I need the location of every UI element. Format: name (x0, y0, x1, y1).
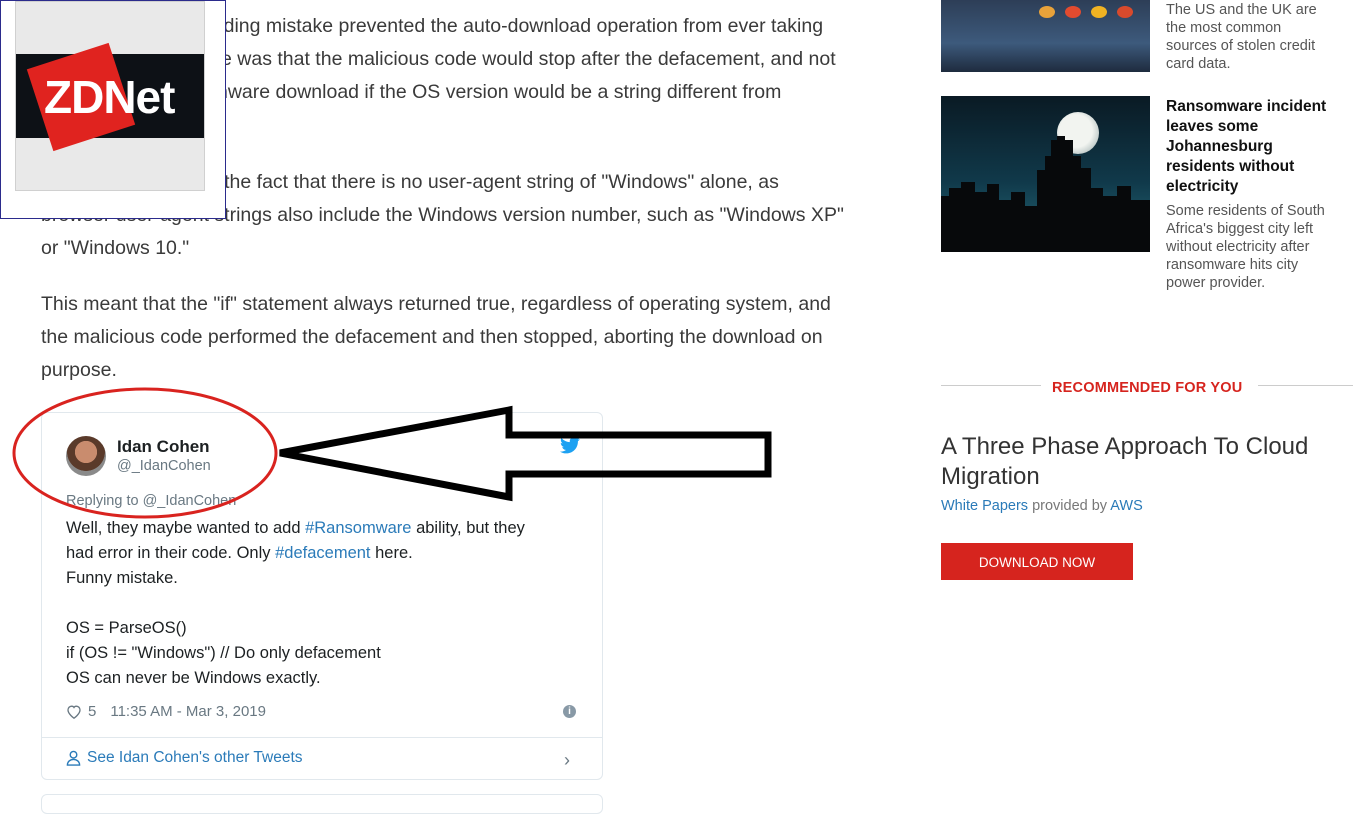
text-line: Some residents of South (1166, 203, 1325, 219)
story-title-line[interactable]: Ransomware incident (1166, 97, 1351, 117)
text-line: purpose. (41, 359, 117, 381)
tweet-author-name[interactable]: Idan Cohen (117, 437, 210, 457)
card-logo (1039, 6, 1055, 18)
see-other-tweets-link[interactable]: See Idan Cohen's other Tweets (66, 749, 303, 767)
tweet-text-fragment: here. (370, 544, 413, 562)
tweet-line: Funny mistake. (66, 569, 178, 587)
chevron-right-icon[interactable]: › (564, 750, 570, 771)
logo-image: ZDNet (15, 1, 205, 191)
info-icon[interactable]: i (563, 705, 576, 718)
text-line: The US and the UK are (1166, 2, 1317, 18)
white-papers-link[interactable]: White Papers (941, 498, 1028, 514)
tweet-line: OS can never be Windows exactly. (66, 669, 321, 687)
text-line: ransomware hits city (1166, 257, 1299, 273)
tweet-text: Well, they maybe wanted to add #Ransomwa… (66, 516, 586, 691)
zdnet-logo[interactable]: ZDNet (0, 0, 226, 219)
text-line: without electricity after (1166, 239, 1310, 255)
embedded-tweet[interactable]: Idan Cohen @_IdanCohen Replying to @_Ida… (41, 412, 603, 780)
hashtag-defacement[interactable]: #defacement (275, 544, 370, 562)
tweet-text-fragment: ability, but they (411, 519, 525, 537)
tweet-meta: 5 11:35 AM - Mar 3, 2019 (66, 703, 266, 720)
story-title-line[interactable]: Johannesburg (1166, 137, 1351, 157)
tweet-line: Well, they maybe wanted to add #Ransomwa… (66, 516, 586, 541)
text-line: power provider. (1166, 275, 1266, 291)
avatar[interactable] (66, 436, 106, 476)
card-logo (1117, 6, 1133, 18)
text-line: or "Windows 10." (41, 237, 190, 259)
person-icon (66, 750, 81, 766)
story-title-line[interactable]: leaves some (1166, 117, 1351, 137)
divider (1258, 385, 1353, 386)
meta-text: provided by (1028, 498, 1111, 514)
see-other-tweets-label[interactable]: See Idan Cohen's other Tweets (87, 749, 303, 767)
divider (42, 737, 602, 738)
recommended-meta: White Papers provided by AWS (941, 498, 1143, 514)
story-title-line[interactable]: electricity (1166, 177, 1351, 197)
text-line: card data. (1166, 56, 1231, 72)
divider (941, 385, 1041, 386)
text-line: sources of stolen credit (1166, 38, 1316, 54)
text-line: the most common (1166, 20, 1282, 36)
story-thumbnail-city-night[interactable] (941, 96, 1150, 252)
tweet-author-handle[interactable]: @_IdanCohen (117, 458, 211, 474)
text-line: Africa's biggest city left (1166, 221, 1314, 237)
twitter-bird-icon[interactable] (560, 437, 580, 454)
card-logo (1065, 6, 1081, 18)
text-line: the malicious code performed the defacem… (41, 326, 823, 348)
tweet-text-fragment: Well, they maybe wanted to add (66, 519, 306, 537)
tweet-replying-to[interactable]: Replying to @_IdanCohen (66, 493, 236, 509)
download-now-button[interactable]: DOWNLOAD NOW (941, 543, 1133, 580)
recommended-title[interactable]: A Three Phase Approach To Cloud Migratio… (941, 432, 1351, 492)
tweet-text-fragment: had error in their code. Only (66, 544, 276, 562)
tweet-timestamp[interactable]: 11:35 AM - Mar 3, 2019 (110, 703, 266, 720)
card-logo (1091, 6, 1107, 18)
recommended-heading: RECOMMENDED FOR YOU (1052, 380, 1243, 396)
story-title-line[interactable]: residents without (1166, 157, 1351, 177)
tweet-line: had error in their code. Only #defacemen… (66, 541, 586, 566)
hashtag-ransomware[interactable]: #Ransomware (305, 519, 411, 537)
logo-wordmark: ZDNet (44, 71, 175, 123)
tweet-line: OS = ParseOS() (66, 619, 187, 637)
heart-icon[interactable] (66, 704, 82, 719)
story-thumbnail-credit-cards[interactable] (941, 0, 1150, 72)
aws-link[interactable]: AWS (1110, 498, 1143, 514)
like-count[interactable]: 5 (88, 703, 96, 720)
tweet-line: if (OS != "Windows") // Do only defaceme… (66, 644, 381, 662)
skyline-silhouette (941, 136, 1150, 252)
text-line: This meant that the "if" statement alway… (41, 293, 831, 315)
next-tweet-card (41, 794, 603, 814)
